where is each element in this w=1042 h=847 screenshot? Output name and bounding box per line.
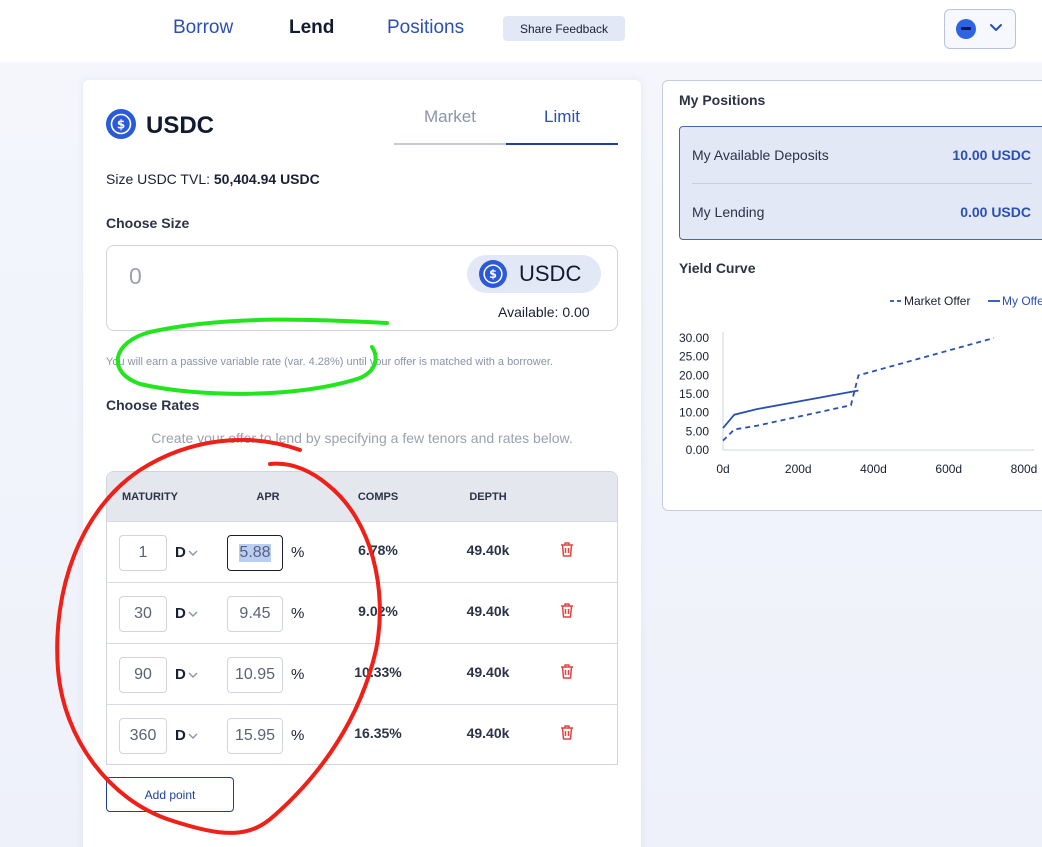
- x-tick-label: 400d: [860, 462, 887, 476]
- percent-sign: %: [291, 544, 305, 561]
- comps-value: 16.35%: [354, 725, 402, 741]
- depth-value: 49.40k: [466, 664, 510, 680]
- table-header: MATURITY APR COMPS DEPTH: [107, 472, 617, 521]
- chevron-down-icon: [188, 550, 198, 556]
- col-comps: COMPS: [357, 491, 399, 503]
- maturity-unit-select[interactable]: D: [175, 666, 186, 683]
- depth-value: 49.40k: [466, 725, 510, 741]
- maturity-input[interactable]: 90: [119, 657, 167, 693]
- svg-text:$: $: [117, 118, 125, 132]
- nav-borrow[interactable]: Borrow: [173, 17, 233, 39]
- choose-rates-label: Choose Rates: [106, 397, 200, 413]
- x-tick-label: 600d: [935, 462, 962, 476]
- tvl-label: Size USDC TVL:: [106, 171, 210, 187]
- rates-table: MATURITY APR COMPS DEPTH 1 D 5.88 % 6.78…: [106, 471, 618, 765]
- yield-curve-title: Yield Curve: [679, 260, 756, 276]
- x-tick-label: 0d: [716, 462, 729, 476]
- available-deposits-label: My Available Deposits: [692, 147, 829, 163]
- maturity-input[interactable]: 30: [119, 596, 167, 632]
- trash-icon[interactable]: [559, 663, 575, 680]
- trash-icon[interactable]: [559, 602, 575, 619]
- y-tick-label: 5.00: [686, 424, 710, 438]
- my-offer-line: [722, 389, 859, 429]
- available-balance: Available: 0.00: [498, 304, 590, 320]
- usdc-logo-icon: $: [106, 109, 136, 139]
- apr-input[interactable]: 15.95: [227, 718, 283, 754]
- share-feedback-button[interactable]: Share Feedback: [503, 16, 625, 41]
- tvl-text: Size USDC TVL: 50,404.94 USDC: [106, 171, 320, 187]
- y-tick-label: 0.00: [686, 443, 710, 457]
- maturity-input[interactable]: 360: [119, 718, 167, 754]
- rates-hint: Create your offer to lend by specifying …: [151, 430, 573, 446]
- usdc-token-icon: $: [479, 260, 507, 288]
- y-tick-label: 20.00: [679, 368, 709, 382]
- apr-input[interactable]: 10.95: [227, 657, 283, 693]
- yield-curve-chart: 30.00 25.00 20.00 15.00 10.00 5.00 0.00 0d 200d 4…: [679, 294, 1042, 476]
- table-row: 360 D 15.95 % 16.35% 49.40k: [107, 704, 617, 764]
- tab-active-underline: [506, 143, 618, 145]
- percent-sign: %: [291, 727, 305, 744]
- divider: [692, 183, 1032, 184]
- col-depth: DEPTH: [469, 491, 507, 503]
- x-tick-label: 800d: [1011, 462, 1038, 476]
- percent-sign: %: [291, 666, 305, 683]
- market-offer-line: [722, 337, 995, 442]
- chevron-down-icon: [188, 733, 198, 739]
- my-lending-value: 0.00 USDC: [960, 204, 1031, 220]
- asset-title: USDC: [146, 112, 215, 139]
- choose-size-label: Choose Size: [106, 215, 190, 231]
- x-tick-label: 200d: [785, 462, 812, 476]
- available-deposits-value: 10.00 USDC: [952, 147, 1031, 163]
- y-tick-label: 30.00: [679, 331, 709, 345]
- trash-icon[interactable]: [559, 724, 575, 741]
- nav-lend[interactable]: Lend: [289, 17, 334, 39]
- legend-label: My Offer: [1002, 294, 1042, 308]
- table-row: 90 D 10.95 % 10.33% 49.40k: [107, 643, 617, 704]
- add-point-button[interactable]: Add point: [106, 777, 234, 812]
- trash-icon[interactable]: [559, 541, 575, 558]
- maturity-unit-select[interactable]: D: [175, 544, 186, 561]
- size-input[interactable]: 0: [129, 263, 142, 290]
- maturity-unit-select[interactable]: D: [175, 727, 186, 744]
- apr-input-value: 5.88: [239, 544, 271, 562]
- chevron-down-icon: [188, 611, 198, 617]
- depth-value: 49.40k: [466, 542, 510, 558]
- maturity-input[interactable]: 1: [119, 535, 167, 571]
- comps-value: 9.02%: [358, 603, 398, 619]
- y-tick-label: 15.00: [679, 387, 709, 401]
- legend-label: Market Offer: [904, 294, 970, 308]
- col-apr: APR: [256, 491, 280, 503]
- wallet-avatar-icon: [956, 19, 976, 39]
- col-maturity: MATURITY: [121, 491, 178, 503]
- my-lending-label: My Lending: [692, 204, 765, 220]
- tab-underline: [394, 143, 506, 145]
- comps-value: 6.78%: [358, 542, 398, 558]
- my-positions-title: My Positions: [679, 92, 766, 108]
- chevron-down-icon: [188, 672, 198, 678]
- apr-input[interactable]: 9.45: [227, 596, 283, 632]
- chevron-down-icon: [990, 24, 1002, 31]
- apr-input[interactable]: 5.88: [227, 535, 283, 571]
- percent-sign: %: [291, 605, 305, 622]
- passive-rate-note: You will earn a passive variable rate (v…: [106, 356, 553, 368]
- table-row: 30 D 9.45 % 9.02% 49.40k: [107, 582, 617, 643]
- y-tick-label: 10.00: [679, 406, 709, 420]
- tvl-value: 50,404.94 USDC: [213, 171, 320, 187]
- nav-positions[interactable]: Positions: [387, 17, 464, 39]
- tab-market[interactable]: Market: [394, 107, 506, 127]
- wallet-button[interactable]: [944, 9, 1016, 49]
- y-tick-label: 25.00: [679, 350, 709, 364]
- token-name: USDC: [519, 261, 582, 286]
- comps-value: 10.33%: [354, 664, 402, 680]
- table-row: 1 D 5.88 % 6.78% 49.40k: [107, 521, 617, 582]
- svg-text:$: $: [489, 268, 497, 281]
- tab-limit[interactable]: Limit: [506, 107, 618, 127]
- maturity-unit-select[interactable]: D: [175, 605, 186, 622]
- depth-value: 49.40k: [466, 603, 510, 619]
